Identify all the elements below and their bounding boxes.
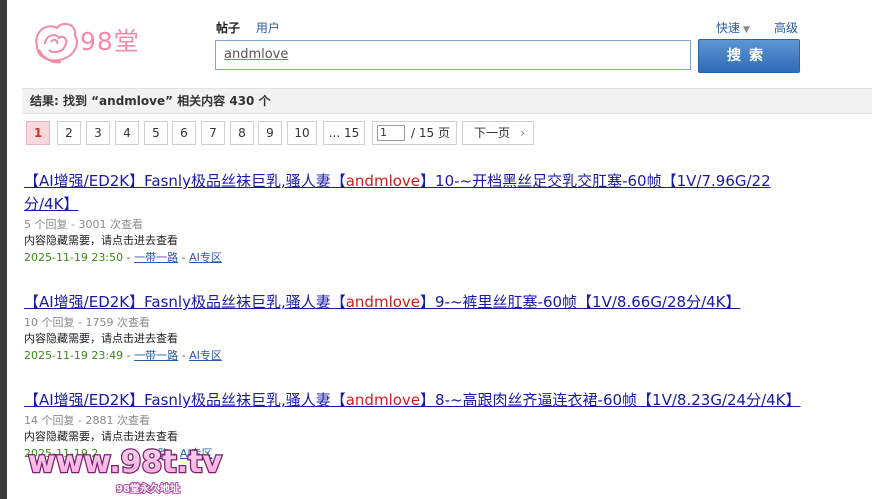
page-4[interactable]: 4: [115, 121, 139, 145]
separator: -: [178, 349, 190, 362]
page-6[interactable]: 6: [172, 121, 196, 145]
title-prefix: 【AI增强/ED2K】Fasnly极品丝袜巨乳,骚人妻【: [24, 391, 346, 409]
title-prefix: 【AI增强/ED2K】Fasnly极品丝袜巨乳,骚人妻【: [24, 172, 346, 190]
result-forum-link[interactable]: AI专区: [189, 349, 222, 362]
summary-prefix: 结果: 找到 “: [30, 94, 100, 108]
result-footer: 2025-11-19 23:49 - 一带一路 - AI专区: [24, 347, 804, 364]
next-page-button[interactable]: 下一页 ›: [462, 121, 534, 145]
search-tabs: 帖子 用户: [216, 19, 292, 36]
search-result: 【AI增强/ED2K】Fasnly极品丝袜巨乳,骚人妻【andmlove】10-…: [24, 170, 804, 266]
page-7[interactable]: 7: [201, 121, 225, 145]
result-desc: 内容隐藏需要，请点击进去查看: [24, 332, 178, 345]
watermark-text: www.98t.tv: [28, 445, 222, 480]
result-meta: 10 个回复 - 1759 次查看: [24, 316, 150, 329]
result-date: 2025-11-19 23:49: [24, 349, 124, 362]
search-input[interactable]: andmlove: [215, 40, 691, 70]
page-last[interactable]: ... 15: [323, 121, 365, 145]
separator: -: [178, 251, 190, 264]
page-8[interactable]: 8: [230, 121, 254, 145]
result-author-link[interactable]: 一带一路: [134, 349, 178, 362]
page-3[interactable]: 3: [86, 121, 110, 145]
title-keyword: andmlove: [345, 172, 421, 190]
chevron-right-icon: ›: [520, 126, 525, 140]
result-title-link[interactable]: 【AI增强/ED2K】Fasnly极品丝袜巨乳,骚人妻【andmlove】8-~…: [24, 389, 804, 412]
site-watermark: www.98t.tv 98堂永久地址: [27, 444, 224, 496]
quick-search-toggle[interactable]: 快速 ▼: [716, 19, 750, 36]
page-jump-input[interactable]: 1: [377, 125, 405, 141]
left-edge-strip: [0, 0, 7, 499]
result-summary: 结果: 找到 “andmlove” 相关内容 430 个: [22, 88, 872, 114]
separator: -: [123, 349, 135, 362]
tab-threads[interactable]: 帖子: [216, 19, 240, 36]
result-desc: 内容隐藏需要，请点击进去查看: [24, 234, 178, 247]
result-footer: 2025-11-19 23:50 - 一带一路 - AI专区: [24, 249, 804, 266]
search-result: 【AI增强/ED2K】Fasnly极品丝袜巨乳,骚人妻【andmlove】9-~…: [24, 291, 804, 364]
page-5[interactable]: 5: [144, 121, 168, 145]
page-9[interactable]: 9: [258, 121, 282, 145]
result-title-link[interactable]: 【AI增强/ED2K】Fasnly极品丝袜巨乳,骚人妻【andmlove】10-…: [24, 170, 804, 216]
result-title-link[interactable]: 【AI增强/ED2K】Fasnly极品丝袜巨乳,骚人妻【andmlove】9-~…: [24, 291, 804, 314]
result-meta: 5 个回复 - 3001 次查看: [24, 218, 143, 231]
header: 98堂 帖子 用户 快速 ▼ 高级 andmlove 搜索: [7, 0, 872, 88]
next-page-label: 下一页: [474, 126, 511, 140]
page-jump: 1 / 15 页: [372, 121, 457, 145]
result-author-link[interactable]: 一带一路: [134, 251, 178, 264]
logo-text: 98堂: [80, 27, 140, 56]
result-date: 2025-11-19 23:50: [24, 251, 124, 264]
separator: -: [123, 251, 135, 264]
result-meta: 14 个回复 - 2881 次查看: [24, 414, 150, 427]
title-prefix: 【AI增强/ED2K】Fasnly极品丝袜巨乳,骚人妻【: [24, 293, 346, 311]
result-forum-link[interactable]: AI专区: [189, 251, 222, 264]
page-10[interactable]: 10: [287, 121, 317, 145]
title-keyword: andmlove: [345, 391, 421, 409]
title-suffix: 】8-~高跟肉丝齐逼连衣裙-60帧【1V/8.23G/24分/4K】: [420, 391, 801, 409]
quick-label: 快速: [716, 21, 741, 35]
tab-users[interactable]: 用户: [256, 19, 280, 36]
title-keyword: andmlove: [345, 293, 421, 311]
search-button[interactable]: 搜索: [698, 39, 800, 73]
title-suffix: 】9-~裤里丝肛塞-60帧【1V/8.66G/28分/4K】: [420, 293, 741, 311]
advanced-search-link[interactable]: 高级: [774, 19, 798, 36]
watermark-subtext: 98堂永久地址: [116, 482, 180, 495]
summary-suffix: ” 相关内容 430 个: [165, 94, 271, 108]
page-1-current[interactable]: 1: [26, 121, 50, 145]
page-2[interactable]: 2: [57, 121, 81, 145]
page-total: / 15 页: [411, 126, 450, 140]
summary-keyword: andmlove: [99, 94, 166, 108]
chevron-down-icon: ▼: [743, 25, 750, 35]
